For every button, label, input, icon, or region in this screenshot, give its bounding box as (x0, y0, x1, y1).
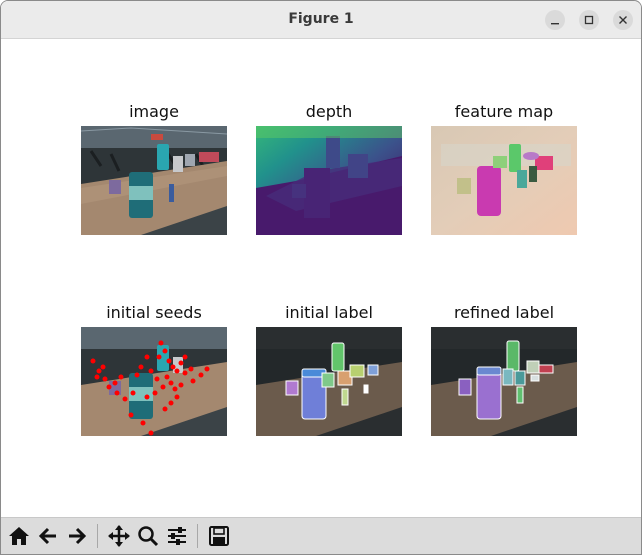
close-icon (619, 16, 627, 24)
panel-title-initial-seeds: initial seeds (106, 303, 202, 322)
back-button[interactable] (34, 522, 61, 550)
save-button[interactable] (205, 522, 232, 550)
zoom-magnifier-icon (138, 526, 159, 547)
depth-panel (256, 126, 402, 235)
toolbar-separator (197, 524, 198, 548)
back-arrow-icon (38, 527, 56, 545)
minimize-button[interactable] (545, 10, 565, 30)
pan-move-icon (108, 525, 130, 547)
panel-title-initial-label: initial label (285, 303, 373, 322)
image-panel (81, 126, 227, 235)
zoom-button[interactable] (134, 522, 161, 550)
forward-button[interactable] (63, 522, 90, 550)
close-button[interactable] (613, 10, 633, 30)
title-bar[interactable]: Figure 1 (1, 1, 641, 39)
home-icon (9, 527, 29, 545)
initial-seeds-panel (81, 327, 227, 436)
feature-map-panel (431, 126, 577, 235)
configure-subplots-button[interactable] (163, 522, 190, 550)
panel-title-image: image (129, 102, 179, 121)
maximize-button[interactable] (579, 10, 599, 30)
forward-arrow-icon (69, 527, 87, 545)
minimize-icon (551, 23, 559, 25)
panel-title-feature-map: feature map (454, 102, 554, 121)
home-button[interactable] (5, 522, 32, 550)
toolbar-separator (97, 524, 98, 548)
refined-label-panel (431, 327, 577, 436)
configure-subplots-icon (168, 527, 186, 545)
maximize-icon (584, 15, 594, 25)
figure-window: Figure 1 image depth feature map initial… (0, 0, 642, 555)
navigation-toolbar (1, 517, 641, 554)
figure-canvas[interactable]: image depth feature map initial seeds in… (1, 39, 641, 517)
panel-title-refined-label: refined label (453, 303, 555, 322)
initial-label-panel (256, 327, 402, 436)
panel-title-depth: depth (305, 102, 353, 121)
pan-button[interactable] (105, 522, 132, 550)
save-floppy-icon (209, 526, 229, 546)
